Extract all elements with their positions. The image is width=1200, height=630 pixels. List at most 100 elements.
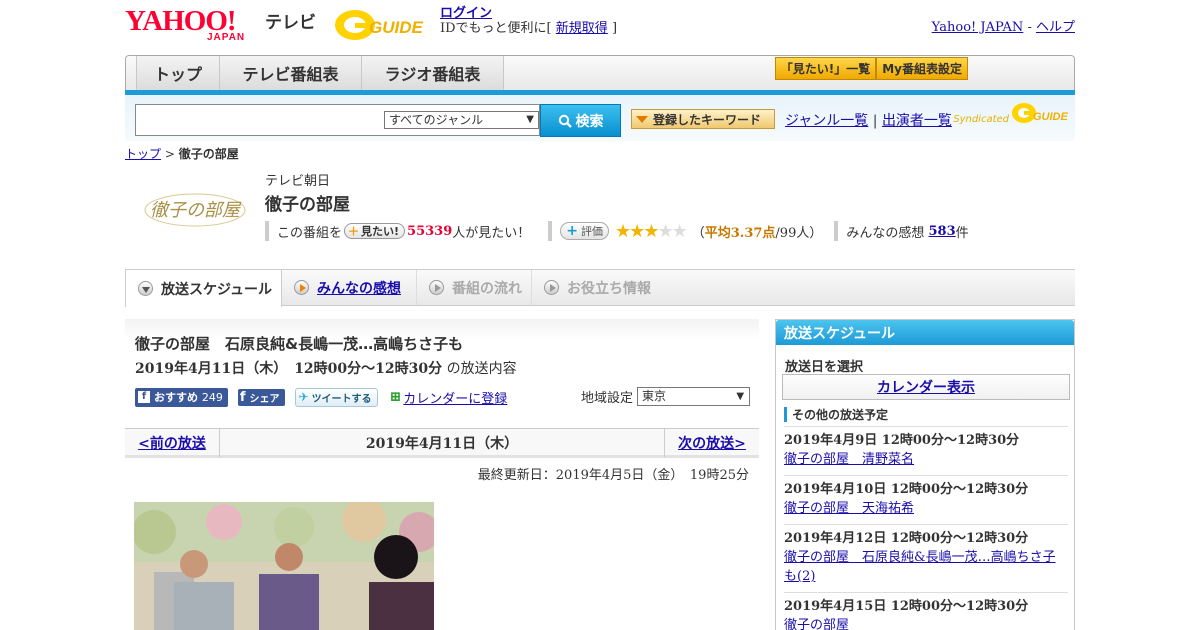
search-icon bbox=[558, 114, 572, 128]
average-score: 平均3.37点 bbox=[704, 225, 776, 241]
nav-tab-tv-schedule[interactable]: テレビ番組表 bbox=[220, 56, 362, 90]
star-icon: ★ bbox=[671, 220, 688, 242]
registered-keyword-button[interactable]: 登録したキーワード bbox=[631, 109, 775, 129]
facebook-recommend-label: おすすめ bbox=[154, 391, 198, 404]
tab-schedule[interactable]: 放送スケジュール bbox=[125, 269, 282, 307]
signup-link[interactable]: 新規取得 bbox=[556, 21, 608, 36]
search-links: ジャンル一覧 | 出演者一覧 bbox=[785, 110, 952, 130]
my-settings-button[interactable]: My番組表設定 bbox=[876, 57, 968, 80]
episode-datetime-value: 2019年4月11日（木） 12時00分～12時30分 bbox=[135, 361, 443, 377]
list-item: 2019年4月12日 12時00分～12時30分 徹子の部屋 石原良純&長嶋一茂… bbox=[784, 524, 1068, 586]
program-logo-text: 徹子の部屋 bbox=[150, 200, 242, 221]
header-separator: - bbox=[1027, 20, 1032, 35]
login-link[interactable]: ログイン bbox=[440, 6, 492, 21]
program-tabs: 放送スケジュール みんなの感想 番組の流れ お役立ち情報 bbox=[125, 269, 1075, 307]
episode-datetime: 2019年4月11日（木） 12時00分～12時30分 の放送内容 bbox=[135, 358, 517, 378]
stat-separator bbox=[834, 221, 839, 241]
facebook-recommend-button[interactable]: f おすすめ 249 bbox=[135, 387, 228, 407]
breadcrumb: トップ > 徹子の部屋 bbox=[125, 145, 239, 162]
schedule-title-link[interactable]: 徹子の部屋 bbox=[784, 616, 1068, 630]
genre-select[interactable]: すべてのジャンル ▼ bbox=[384, 111, 539, 129]
schedule-title-link[interactable]: 徹子の部屋 石原良純&長嶋一茂…高嶋ちさ子も(2) bbox=[784, 548, 1068, 586]
tab-info-label: お役立ち情報 bbox=[567, 280, 651, 297]
stat-separator bbox=[548, 221, 553, 241]
star-icon: ★ bbox=[657, 220, 673, 242]
login-message-close: ] bbox=[611, 21, 618, 36]
mitai-button[interactable]: ＋ 見たい! bbox=[344, 223, 406, 239]
dropdown-triangle-icon bbox=[636, 115, 648, 123]
facebook-recommend-count: 249 bbox=[201, 390, 223, 404]
region-select[interactable]: 東京 ▼ bbox=[637, 387, 751, 406]
average-people: /99人） bbox=[775, 225, 823, 241]
schedule-datetime: 2019年4月9日 12時00分～12時30分 bbox=[784, 433, 1020, 448]
kanso-unit: 件 bbox=[955, 225, 969, 241]
twitter-bird-icon: ✈ bbox=[298, 390, 309, 404]
mitai-prefix: この番組を bbox=[277, 225, 343, 241]
share-row: f おすすめ 249 f シェア ✈ ツイートする ⊞ カレンダーに登録 bbox=[135, 387, 507, 407]
search-bar: すべてのジャンル ▼ 検索 登録したキーワード ジャンル一覧 | 出演者一覧 S… bbox=[125, 95, 1075, 141]
calendar-register-label: カレンダーに登録 bbox=[403, 391, 508, 407]
chevron-down-icon: ▼ bbox=[736, 391, 745, 402]
facebook-icon: f bbox=[239, 389, 246, 405]
tweet-button[interactable]: ✈ ツイートする bbox=[294, 387, 378, 407]
sidebar-title: 放送スケジュール bbox=[776, 320, 1074, 345]
calendar-display-button[interactable]: カレンダー表示 bbox=[782, 374, 1070, 400]
genre-select-value: すべてのジャンル bbox=[389, 113, 484, 127]
tab-flow-label: 番組の流れ bbox=[452, 280, 522, 297]
list-item: 2019年4月15日 12時00分～12時30分 徹子の部屋 bbox=[784, 592, 1068, 630]
yahoo-japan-link[interactable]: Yahoo! JAPAN bbox=[932, 20, 1024, 35]
play-arrow-icon bbox=[544, 280, 559, 295]
rate-button-label: 評価 bbox=[581, 225, 604, 238]
genre-list-link[interactable]: ジャンル一覧 bbox=[785, 113, 868, 129]
star-icon: ★ bbox=[615, 220, 631, 242]
nav-buttons: 「見たい!」一覧 My番組表設定 bbox=[774, 57, 968, 80]
gguide-logo[interactable]: GUIDE bbox=[333, 6, 433, 44]
search-links-divider: | bbox=[872, 113, 878, 129]
schedule-sidebar: 放送スケジュール 放送日を選択 カレンダー表示 その他の放送予定 2019年4月… bbox=[775, 319, 1075, 630]
facebook-share-label: シェア bbox=[249, 393, 280, 405]
region-setting: 地域設定 東京 ▼ bbox=[581, 387, 751, 406]
breadcrumb-top[interactable]: トップ bbox=[125, 147, 161, 161]
nav-tab-radio-schedule[interactable]: ラジオ番組表 bbox=[362, 56, 504, 90]
current-episode-date: 2019年4月11日（木） bbox=[365, 436, 519, 452]
tab-flow: 番組の流れ bbox=[417, 270, 532, 305]
schedule-title-link[interactable]: 徹子の部屋 清野菜名 bbox=[784, 450, 1068, 469]
episode-datetime-suffix: の放送内容 bbox=[446, 361, 517, 377]
login-message: IDでもっと便利に[ bbox=[440, 21, 552, 36]
facebook-share-button[interactable]: f シェア bbox=[237, 388, 285, 406]
list-item: 2019年4月9日 12時00分～12時30分 徹子の部屋 清野菜名 bbox=[784, 426, 1068, 469]
play-arrow-icon bbox=[294, 280, 309, 295]
star-icon: ★ bbox=[629, 220, 645, 242]
prev-episode-link[interactable]: <前の放送 bbox=[125, 429, 220, 457]
header: YAHOO! JAPAN テレビ GUIDE ログイン IDでもっと便利に[ 新… bbox=[125, 4, 1075, 50]
nav-tab-top[interactable]: トップ bbox=[136, 56, 220, 90]
gguide-small-logo: GUIDE bbox=[1012, 103, 1069, 123]
gguide-small-logo-text: GUIDE bbox=[1033, 111, 1069, 123]
region-label: 地域設定 bbox=[581, 391, 634, 406]
kanso-count-link[interactable]: 583 bbox=[929, 224, 956, 239]
episode-photo bbox=[134, 502, 434, 630]
kanso-label: みんなの感想 bbox=[846, 225, 925, 241]
schedule-datetime: 2019年4月10日 12時00分～12時30分 bbox=[784, 482, 1029, 497]
episode-navigation: <前の放送 2019年4月11日（木） 次の放送> bbox=[125, 428, 759, 458]
star-icon: ★ bbox=[643, 220, 659, 242]
performers-list-link[interactable]: 出演者一覧 bbox=[882, 113, 952, 129]
syndicated-label: Syndicated bbox=[953, 114, 1009, 125]
help-link[interactable]: ヘルプ bbox=[1036, 20, 1075, 35]
chevron-down-icon bbox=[138, 281, 153, 296]
yahoo-japan-logo[interactable]: YAHOO! JAPAN bbox=[125, 6, 244, 43]
yahoo-logo-japan: JAPAN bbox=[207, 32, 246, 43]
tab-kanso[interactable]: みんなの感想 bbox=[282, 270, 417, 305]
search-button[interactable]: 検索 bbox=[540, 104, 621, 137]
average-open: （ bbox=[691, 225, 705, 241]
login-box: ログイン IDでもっと便利に[ 新規取得 ] bbox=[440, 6, 617, 36]
breadcrumb-current: 徹子の部屋 bbox=[178, 147, 239, 161]
schedule-title-link[interactable]: 徹子の部屋 天海祐希 bbox=[784, 499, 1068, 518]
rate-button[interactable]: + 評価 bbox=[560, 222, 610, 240]
tab-info: お役立ち情報 bbox=[532, 270, 662, 305]
calendar-register-link[interactable]: ⊞ カレンダーに登録 bbox=[390, 388, 508, 407]
next-episode-link[interactable]: 次の放送> bbox=[664, 429, 759, 457]
main-nav: トップ テレビ番組表 ラジオ番組表 「見たい!」一覧 My番組表設定 bbox=[125, 55, 1075, 93]
mitai-list-button[interactable]: 「見たい!」一覧 bbox=[774, 57, 877, 80]
program-stats: この番組を ＋ 見たい! 55339 人が見たい！ + 評価 ★★★★★ （平均… bbox=[265, 220, 969, 242]
